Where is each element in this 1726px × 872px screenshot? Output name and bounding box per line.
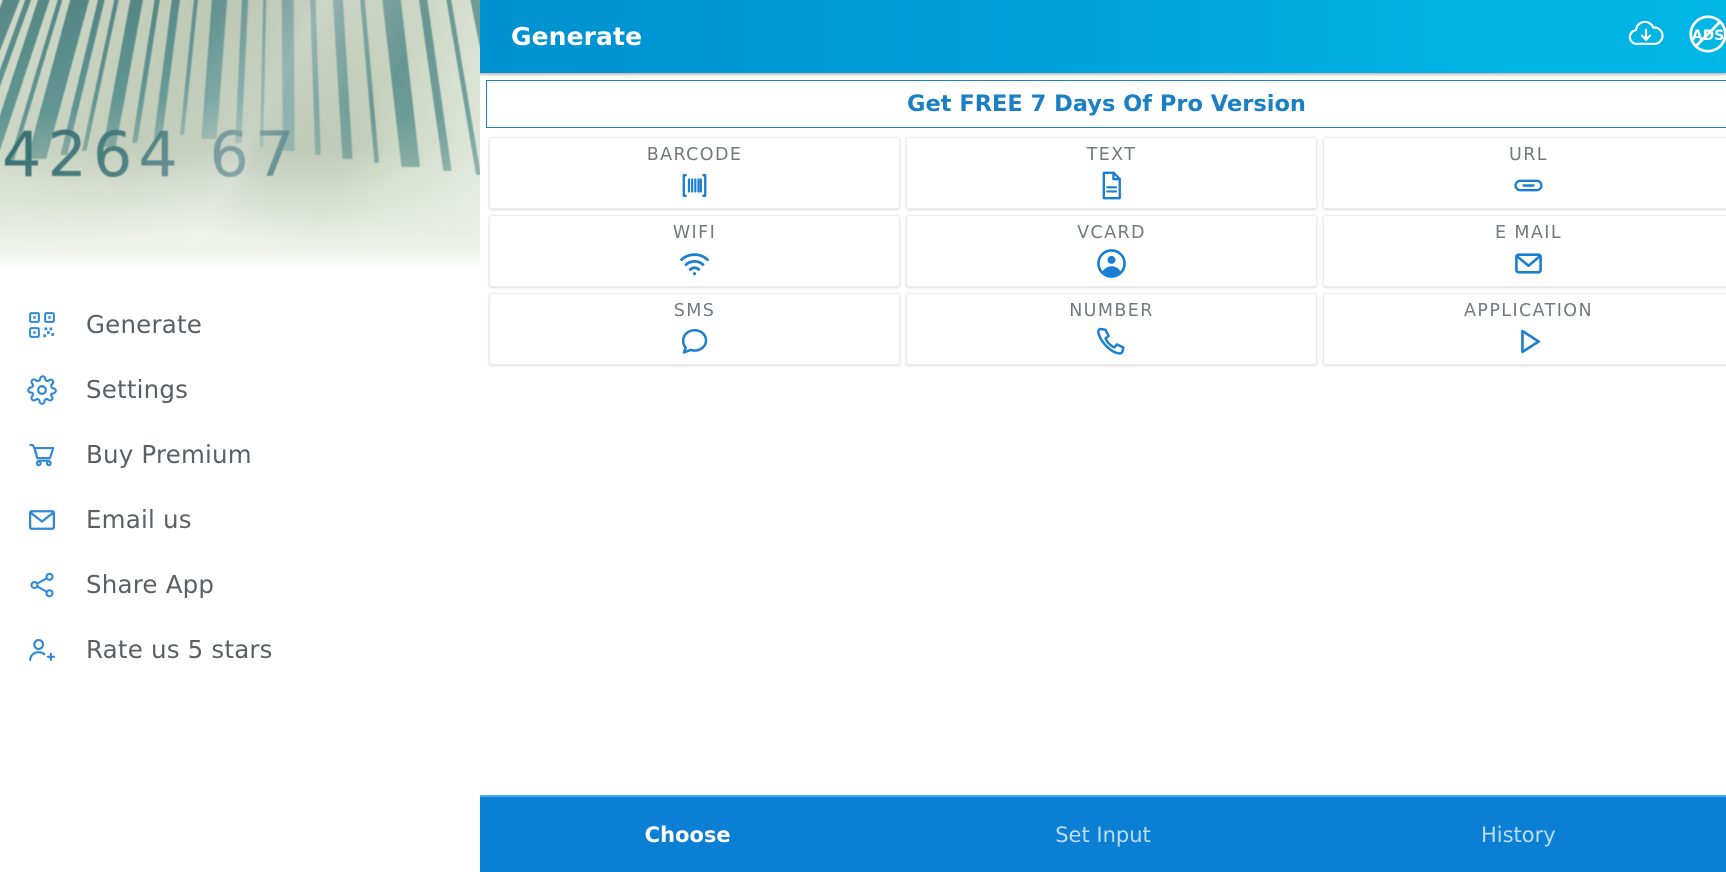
qr-code-icon xyxy=(20,303,64,347)
sidebar-item-label: Settings xyxy=(86,375,189,404)
sidebar-item-buy-premium[interactable]: Buy Premium xyxy=(0,422,480,487)
account-circle-icon xyxy=(1095,247,1128,279)
generate-type-label: APPLICATION xyxy=(1464,301,1593,321)
generate-type-tile-url[interactable]: URL xyxy=(1323,137,1726,209)
generate-type-tile-wifi[interactable]: WIFI xyxy=(489,215,900,287)
drawer-header-fade xyxy=(0,228,480,270)
sidebar-item-label: Rate us 5 stars xyxy=(86,635,273,664)
play-triangle-icon xyxy=(1512,325,1545,357)
generate-type-tile-vcard[interactable]: VCARD xyxy=(906,215,1317,287)
svg-text:ADS: ADS xyxy=(1692,28,1724,44)
sidebar-item-rate-us[interactable]: Rate us 5 stars xyxy=(0,617,480,682)
app-bar: Generate ADS xyxy=(480,0,1726,73)
generate-type-tile-application[interactable]: APPLICATION xyxy=(1323,293,1726,365)
pro-version-banner-label: Get FREE 7 Days Of Pro Version xyxy=(907,91,1306,117)
barcode-icon xyxy=(678,169,711,201)
generate-type-label: SMS xyxy=(673,301,716,321)
navigation-drawer: 4264 67 Generate Settings Buy Premium Em… xyxy=(0,0,480,872)
generate-type-tile-barcode[interactable]: BARCODE xyxy=(489,137,900,209)
generate-type-row: SMS NUMBER APPLICATION xyxy=(486,290,1726,368)
cart-icon xyxy=(20,433,64,477)
sidebar-item-email-us[interactable]: Email us xyxy=(0,487,480,552)
bottom-navigation: Choose Set Input History xyxy=(480,795,1726,872)
content-spacer xyxy=(480,368,1726,795)
main-content: Generate ADS Get FREE 7 Days Of Pro Vers… xyxy=(480,0,1726,872)
wifi-icon xyxy=(678,247,711,279)
generate-type-label: BARCODE xyxy=(646,145,743,165)
sidebar-item-label: Generate xyxy=(86,310,203,339)
app-bar-actions: ADS xyxy=(1620,0,1726,73)
generate-type-label: TEXT xyxy=(1086,145,1137,165)
generate-type-label: WIFI xyxy=(672,223,717,243)
generate-type-row: BARCODE TEXT URL xyxy=(486,134,1726,212)
sidebar-item-generate[interactable]: Generate xyxy=(0,292,480,357)
person-add-icon xyxy=(20,628,64,672)
envelope-icon xyxy=(20,498,64,542)
app-root: 4264 67 Generate Settings Buy Premium Em… xyxy=(0,0,1726,872)
no-ads-icon: ADS xyxy=(1686,12,1726,61)
bottom-nav-tab-choose[interactable]: Choose xyxy=(480,823,895,847)
bottom-nav-tab-set-input[interactable]: Set Input xyxy=(895,823,1310,847)
download-button[interactable] xyxy=(1620,11,1672,63)
generate-type-tile-text[interactable]: TEXT xyxy=(906,137,1317,209)
share-icon xyxy=(20,563,64,607)
page-title: Generate xyxy=(511,22,643,51)
generate-type-tile-sms[interactable]: SMS xyxy=(489,293,900,365)
chat-bubble-icon xyxy=(678,325,711,357)
generate-type-label: VCARD xyxy=(1077,223,1146,243)
app-bar-shadow xyxy=(480,73,1726,77)
generate-type-tile-e-mail[interactable]: E MAIL xyxy=(1323,215,1726,287)
phone-icon xyxy=(1095,325,1128,357)
sidebar-item-settings[interactable]: Settings xyxy=(0,357,480,422)
link-icon xyxy=(1512,169,1545,201)
generate-type-label: NUMBER xyxy=(1069,301,1154,321)
cloud-download-icon xyxy=(1625,13,1667,60)
document-icon xyxy=(1095,169,1128,201)
mail-icon xyxy=(1512,247,1545,279)
pro-version-banner[interactable]: Get FREE 7 Days Of Pro Version xyxy=(486,80,1726,128)
drawer-menu: Generate Settings Buy Premium Email us S… xyxy=(0,270,480,682)
generate-type-label: URL xyxy=(1509,145,1548,165)
generate-type-row: WIFI VCARD E MAIL xyxy=(486,212,1726,290)
sidebar-item-label: Share App xyxy=(86,570,215,599)
sidebar-item-label: Buy Premium xyxy=(86,440,252,469)
generate-type-label: E MAIL xyxy=(1494,223,1562,243)
sidebar-item-share-app[interactable]: Share App xyxy=(0,552,480,617)
sidebar-item-label: Email us xyxy=(86,505,192,534)
bottom-nav-tab-history[interactable]: History xyxy=(1311,823,1726,847)
gear-icon xyxy=(20,368,64,412)
generate-type-tile-number[interactable]: NUMBER xyxy=(906,293,1317,365)
drawer-header-image: 4264 67 xyxy=(0,0,480,270)
barcode-digits: 4264 67 xyxy=(2,118,301,191)
remove-ads-button[interactable]: ADS xyxy=(1682,11,1726,63)
generate-type-grid: BARCODE TEXT URL WIFI VCARD E MAIL SMS NUMBER AP… xyxy=(480,128,1726,368)
